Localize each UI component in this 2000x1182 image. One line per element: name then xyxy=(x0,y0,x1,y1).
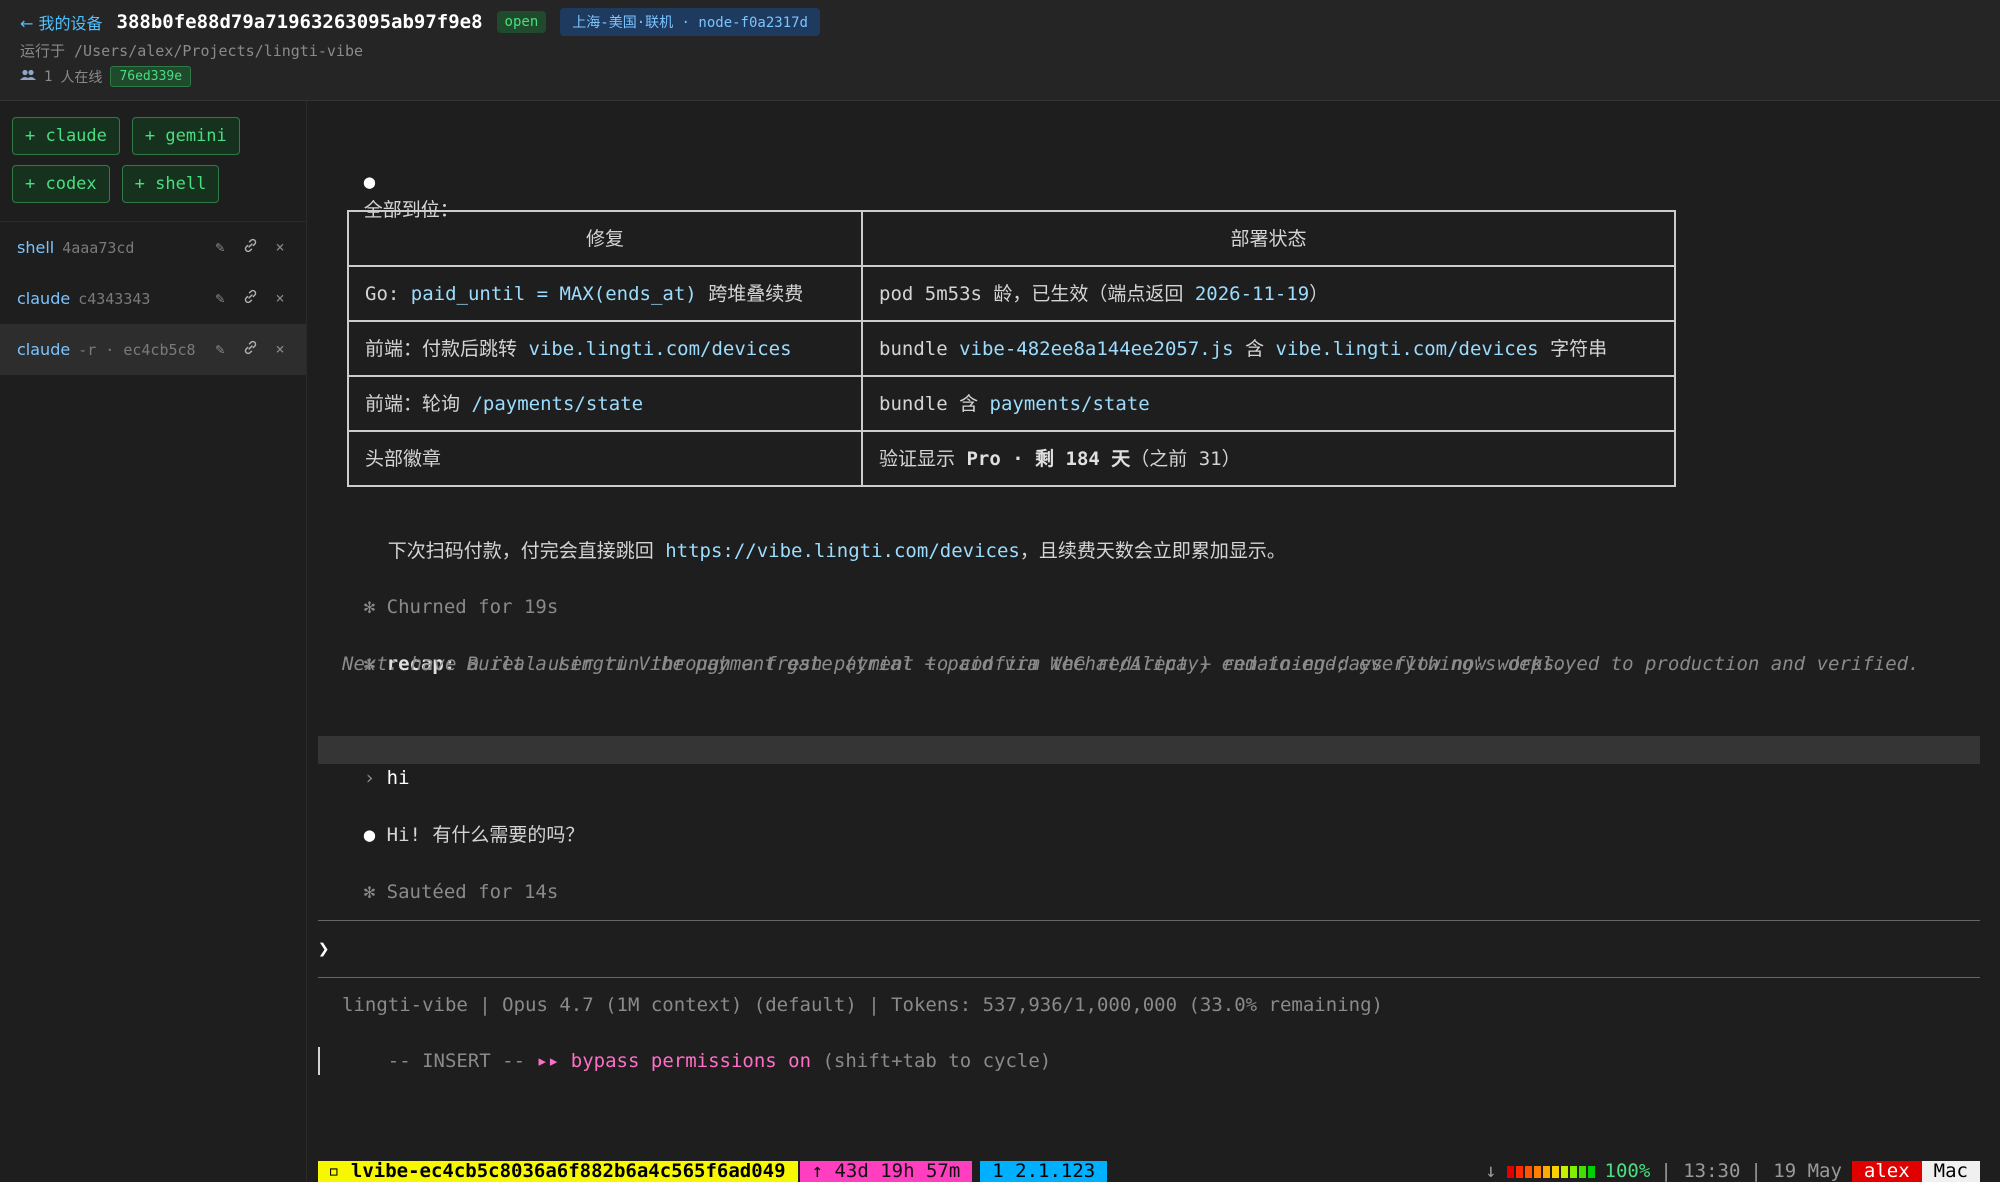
close-icon[interactable]: × xyxy=(272,238,288,257)
table-header: 部署状态 xyxy=(861,210,1676,267)
battery-bar-segment xyxy=(1551,1165,1559,1178)
table-cell: 验证显示 Pro · 剩 184 天（之前 31） xyxy=(861,430,1676,487)
mode-line: -- INSERT -- ▸▸ bypass permissions on (s… xyxy=(387,1050,1052,1072)
table-row: 前端：付款后跳转 vibe.lingti.com/devices bundle … xyxy=(347,320,1676,377)
pencil-icon[interactable]: ✎ xyxy=(212,238,228,257)
session-item[interactable]: shell 4aaa73cd ✎ × xyxy=(0,222,306,273)
battery-bar-segment xyxy=(1515,1165,1523,1178)
recap-next-line: Next: have a real user run through a fre… xyxy=(342,653,1566,675)
pencil-icon[interactable]: ✎ xyxy=(212,289,228,308)
battery-bar-segment xyxy=(1542,1165,1550,1178)
star-icon: ✻ xyxy=(363,881,376,903)
back-to-devices-link[interactable]: ← 我的设备 xyxy=(20,10,103,34)
spawn-buttons: + claude + gemini + codex + shell xyxy=(0,101,284,211)
star-icon: ✻ xyxy=(363,596,376,618)
table-row: Go: paid_until = MAX(ends_at) 跨堆叠续费 pod … xyxy=(347,265,1676,322)
battery-bar-segment xyxy=(1578,1165,1586,1178)
battery-bar-segment xyxy=(1533,1165,1541,1178)
pencil-icon[interactable]: ✎ xyxy=(212,340,228,359)
link-icon[interactable] xyxy=(242,340,258,359)
table-cell: bundle vibe-482ee8a144ee2057.js 含 vibe.l… xyxy=(861,320,1676,377)
session-id: 4aaa73cd xyxy=(62,238,135,257)
devices-url[interactable]: https://vibe.lingti.com/devices xyxy=(665,540,1020,562)
add-shell-button[interactable]: + shell xyxy=(121,165,220,203)
table-row: 前端：轮询 /payments/state bundle 含 payments/… xyxy=(347,375,1676,432)
table-cell: Go: paid_until = MAX(ends_at) 跨堆叠续费 xyxy=(347,265,863,322)
online-label: 人在线 xyxy=(60,69,103,86)
text-cursor xyxy=(318,1047,320,1075)
host-label: Mac xyxy=(1921,1161,1980,1182)
terminal-pane[interactable]: ● 全部到位： 修复 部署状态 Go: paid_until = MAX(end… xyxy=(318,101,1980,1161)
sauteed-line: ✻ Sautéed for 14s xyxy=(363,881,559,903)
battery-bar-segment xyxy=(1569,1165,1577,1178)
status-table: 修复 部署状态 Go: paid_until = MAX(ends_at) 跨堆… xyxy=(347,210,1676,487)
link-icon[interactable] xyxy=(242,238,258,257)
prompt-chevron-icon: › xyxy=(363,767,376,789)
table-cell: 前端：付款后跳转 vibe.lingti.com/devices xyxy=(347,320,863,377)
tmux-window[interactable]: 1 2.1.123 xyxy=(980,1161,1108,1182)
bullet-icon: ● xyxy=(363,824,376,846)
status-badge: open xyxy=(496,11,547,33)
device-id: 388b0fe88d79a71963263095ab97f9e8 xyxy=(116,11,483,33)
table-cell: pod 5m53s 龄，已生效（端点返回 2026-11-19） xyxy=(861,265,1676,322)
top-header: ← 我的设备 388b0fe88d79a71963263095ab97f9e8 … xyxy=(0,0,2000,101)
tmux-session-name: ▫ lvibe-ec4cb5c8036a6f882b6a4c565f6ad049 xyxy=(318,1161,798,1182)
battery-bar-segment xyxy=(1587,1165,1595,1178)
session-id: c4343343 xyxy=(78,289,151,308)
close-icon[interactable]: × xyxy=(272,289,288,308)
input-bottom-divider xyxy=(318,977,1980,978)
battery-bars xyxy=(1506,1165,1595,1178)
sidebar: + claude + gemini + codex + shell shell … xyxy=(0,101,307,1182)
battery-bar-segment xyxy=(1560,1165,1568,1178)
battery-bar-segment xyxy=(1524,1165,1532,1178)
bypass-permissions-indicator: ▸▸ bypass permissions on xyxy=(536,1050,812,1072)
battery-percent: 100% xyxy=(1604,1161,1651,1182)
running-path: 运行于 /Users/alex/Projects/lingti-vibe xyxy=(20,42,364,60)
table-cell: 前端：轮询 /payments/state xyxy=(347,375,863,432)
input-prompt[interactable]: ❯ xyxy=(318,935,329,963)
users-icon xyxy=(20,69,36,85)
session-hash-badge: 76ed339e xyxy=(110,66,192,87)
session-kind: shell xyxy=(17,238,55,257)
table-cell: bundle 含 payments/state xyxy=(861,375,1676,432)
add-gemini-button[interactable]: + gemini xyxy=(131,117,240,155)
user-message-row xyxy=(318,736,1980,764)
user-label: alex xyxy=(1851,1161,1922,1182)
session-kind: claude xyxy=(17,289,71,308)
online-count: 1 xyxy=(44,68,53,85)
battery-bar-segment xyxy=(1506,1165,1514,1178)
table-header: 修复 xyxy=(347,210,863,267)
table-cell: 头部徽章 xyxy=(347,430,863,487)
node-badge: 上海-美国·联机 · node-f0a2317d xyxy=(560,8,820,36)
session-id: -r · ec4cb5c8 xyxy=(78,340,196,359)
date: | 19 May xyxy=(1750,1161,1842,1182)
status-line: lingti-vibe | Opus 4.7 (1M context) (def… xyxy=(342,994,1383,1016)
download-arrow-icon: ↓ xyxy=(1485,1161,1497,1182)
session-kind: claude xyxy=(17,340,71,359)
tmux-uptime: ↑ 43d 19h 57m xyxy=(799,1161,973,1182)
session-list: shell 4aaa73cd ✎ × claude c4343343 ✎ × c… xyxy=(0,221,306,375)
table-row: 头部徽章 验证显示 Pro · 剩 184 天（之前 31） xyxy=(347,430,1676,487)
add-codex-button[interactable]: + codex xyxy=(12,165,110,203)
close-icon[interactable]: × xyxy=(272,340,288,359)
add-claude-button[interactable]: + claude xyxy=(12,117,120,155)
clock: | 13:30 xyxy=(1660,1161,1741,1182)
session-item[interactable]: claude c4343343 ✎ × xyxy=(0,273,306,324)
table-header-row: 修复 部署状态 xyxy=(347,210,1676,267)
bullet-icon: ● xyxy=(363,171,376,193)
tmux-status-bar: ▫ lvibe-ec4cb5c8036a6f882b6a4c565f6ad049… xyxy=(318,1161,1980,1182)
input-top-divider xyxy=(318,920,1980,921)
session-item-active[interactable]: claude -r · ec4cb5c8 ✎ × xyxy=(0,324,306,375)
link-icon[interactable] xyxy=(242,289,258,308)
